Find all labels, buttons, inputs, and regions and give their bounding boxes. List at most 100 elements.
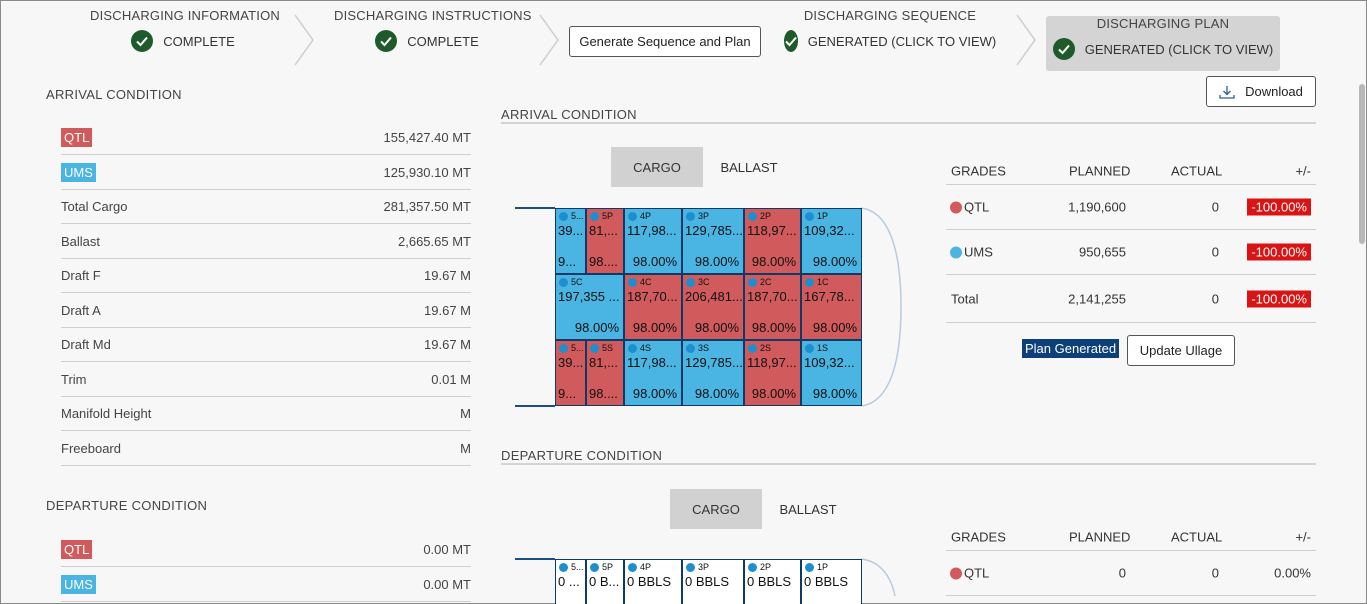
tank-cell[interactable]: 3C 206,481... 98.00% xyxy=(682,274,744,340)
tank-cell[interactable]: 5P 0 B... xyxy=(586,559,624,604)
actual-cell: 0 xyxy=(1211,244,1219,260)
condition-value: 2,665.65 MT xyxy=(398,233,471,249)
tank-volume: 0 BBLS xyxy=(627,574,672,589)
tank-dot-icon xyxy=(628,343,637,353)
tank-label: 1P xyxy=(805,211,828,221)
tank-label: 5... xyxy=(559,562,584,572)
tank-id: 4P xyxy=(640,211,652,221)
tank-id: 5... xyxy=(571,562,584,572)
tank-cell[interactable]: 1P 109,32... 98.00% xyxy=(801,208,862,274)
condition-label: QTL xyxy=(61,540,93,559)
tank-cell[interactable]: 5... 39... 9... xyxy=(555,340,586,406)
tank-dot-icon xyxy=(559,277,568,287)
tank-cell[interactable]: 1S 109,32... 98.00% xyxy=(801,340,862,406)
tank-cell[interactable]: 4P 0 BBLS xyxy=(624,559,682,604)
actual-cell: 0 xyxy=(1211,199,1219,215)
grade-dot-icon xyxy=(950,201,962,214)
download-button[interactable]: Download xyxy=(1206,76,1316,107)
step-status: GENERATED (CLICK TO VIEW) xyxy=(807,33,997,49)
tank-cell[interactable]: 5P 81,... 98.... xyxy=(586,208,624,274)
grade-cell: UMS xyxy=(950,245,993,260)
update-ullage-button[interactable]: Update Ullage xyxy=(1127,335,1235,366)
grade-cell: QTL xyxy=(950,566,989,581)
tank-volume: 129,785... xyxy=(685,355,743,370)
tank-cell[interactable]: 3P 129,785... 98.00% xyxy=(682,208,744,274)
tank-cell[interactable]: 2S 118,97... 98.00% xyxy=(744,340,801,406)
tank-cell[interactable]: 2P 118,97... 98.00% xyxy=(744,208,801,274)
grades-table-header: GRADES PLANNED ACTUAL +/- xyxy=(946,524,1316,551)
tank-cell[interactable]: 1C 167,78... 98.00% xyxy=(801,274,862,340)
step-discharging-plan[interactable]: DISCHARGING PLAN GENERATED (CLICK TO VIE… xyxy=(1046,16,1280,71)
scrollbar[interactable] xyxy=(1359,84,1365,244)
tank-volume: 109,32... xyxy=(804,355,855,370)
arrival-condition-title-right: ARRIVAL CONDITION xyxy=(501,107,637,122)
condition-value: 125,930.10 MT xyxy=(383,164,471,180)
col-actual: ACTUAL xyxy=(1171,529,1223,545)
generate-sequence-plan-button[interactable]: Generate Sequence and Plan xyxy=(569,26,761,57)
tab-ballast[interactable]: BALLAST xyxy=(762,489,854,529)
tank-label: 2P xyxy=(748,562,771,572)
step-status: COMPLETE xyxy=(407,33,479,49)
condition-row: Total Cargo 281,357.50 MT xyxy=(61,190,471,224)
tank-cell[interactable]: 3S 129,785... 98.00% xyxy=(682,340,744,406)
tank-dot-icon xyxy=(748,211,757,221)
grades-table-header: GRADES PLANNED ACTUAL +/- xyxy=(946,158,1316,185)
condition-label: Freeboard xyxy=(61,440,121,456)
tank-percent: 98.00% xyxy=(751,254,796,269)
tank-volume: 118,97... xyxy=(747,355,797,370)
tank-label: 4P xyxy=(628,562,651,572)
tank-volume: 197,355 ... xyxy=(558,289,620,304)
tank-id: 3P xyxy=(698,562,710,572)
tank-cell[interactable]: 4P 117,98... 98.00% xyxy=(624,208,682,274)
tank-cell[interactable]: 5C 197,355 ... 98.00% xyxy=(555,274,624,340)
check-icon xyxy=(131,30,154,52)
tank-id: 3C xyxy=(698,277,710,287)
tank-percent: 98.00% xyxy=(751,320,796,335)
grades-row: QTL 1,190,600 0 -100.00% xyxy=(946,185,1316,230)
departure-condition-title-right: DEPARTURE CONDITION xyxy=(501,448,663,463)
tank-cell[interactable]: 5... 39... 9... xyxy=(555,208,586,274)
col-diff: +/- xyxy=(1295,529,1311,545)
tank-volume: 39... xyxy=(558,223,584,238)
download-icon xyxy=(1219,85,1235,99)
tank-dot-icon xyxy=(590,343,599,353)
tank-cell[interactable]: 3P 0 BBLS xyxy=(682,559,744,604)
grades-row: Total 2,141,255 0 -100.00% xyxy=(946,275,1316,323)
condition-value: 0.01 M xyxy=(431,371,471,387)
tank-volume: 129,785... xyxy=(685,223,743,238)
condition-label: Ballast xyxy=(61,233,101,249)
tank-cell[interactable]: 2C 187,70... 98.00% xyxy=(744,274,801,340)
step-discharging-sequence[interactable]: DISCHARGING SEQUENCE GENERATED (CLICK TO… xyxy=(783,8,996,70)
tank-cell[interactable]: 2P 0 BBLS xyxy=(744,559,801,604)
tank-cell[interactable]: 4C 187,70... 98.00% xyxy=(624,274,682,340)
grade-cell: QTL xyxy=(950,200,989,215)
tank-label: 5... xyxy=(559,211,584,221)
step-discharging-information[interactable]: DISCHARGING INFORMATION COMPLETE xyxy=(90,8,280,70)
diff-cell: -100.00% xyxy=(1247,198,1311,216)
tank-cell[interactable]: 1P 0 BBLS xyxy=(801,559,862,604)
grade-name: UMS xyxy=(964,244,993,260)
tank-cell[interactable]: 5... 0 ... xyxy=(555,559,586,604)
tank-dot-icon xyxy=(628,277,637,287)
tank-id: 2C xyxy=(760,277,772,287)
tab-cargo[interactable]: CARGO xyxy=(611,147,703,187)
tank-cell[interactable]: 4S 117,98... 98.00% xyxy=(624,340,682,406)
chevron-right-icon xyxy=(294,14,314,66)
tab-ballast[interactable]: BALLAST xyxy=(703,147,795,187)
step-title: DISCHARGING INFORMATION xyxy=(90,8,280,23)
arrival-cargo-ballast-toggle: CARGO BALLAST xyxy=(611,147,795,187)
check-icon xyxy=(1052,38,1075,60)
condition-row: UMS 125,930.10 MT xyxy=(61,156,471,190)
tank-dot-icon xyxy=(748,562,757,572)
tank-dot-icon xyxy=(686,562,695,572)
tab-cargo[interactable]: CARGO xyxy=(670,489,762,529)
tank-label: 1C xyxy=(805,277,829,287)
tank-id: 2P xyxy=(760,211,772,221)
grade-cell: Total xyxy=(951,291,978,306)
tank-label: 2S xyxy=(748,343,771,353)
tank-cell[interactable]: 5S 81,... 98.... xyxy=(586,340,624,406)
step-status: GENERATED (CLICK TO VIEW) xyxy=(1084,41,1274,57)
tank-percent: 98.00% xyxy=(694,320,739,335)
step-discharging-instructions[interactable]: DISCHARGING INSTRUCTIONS COMPLETE xyxy=(334,8,531,70)
tank-percent: 98.00% xyxy=(694,254,739,269)
